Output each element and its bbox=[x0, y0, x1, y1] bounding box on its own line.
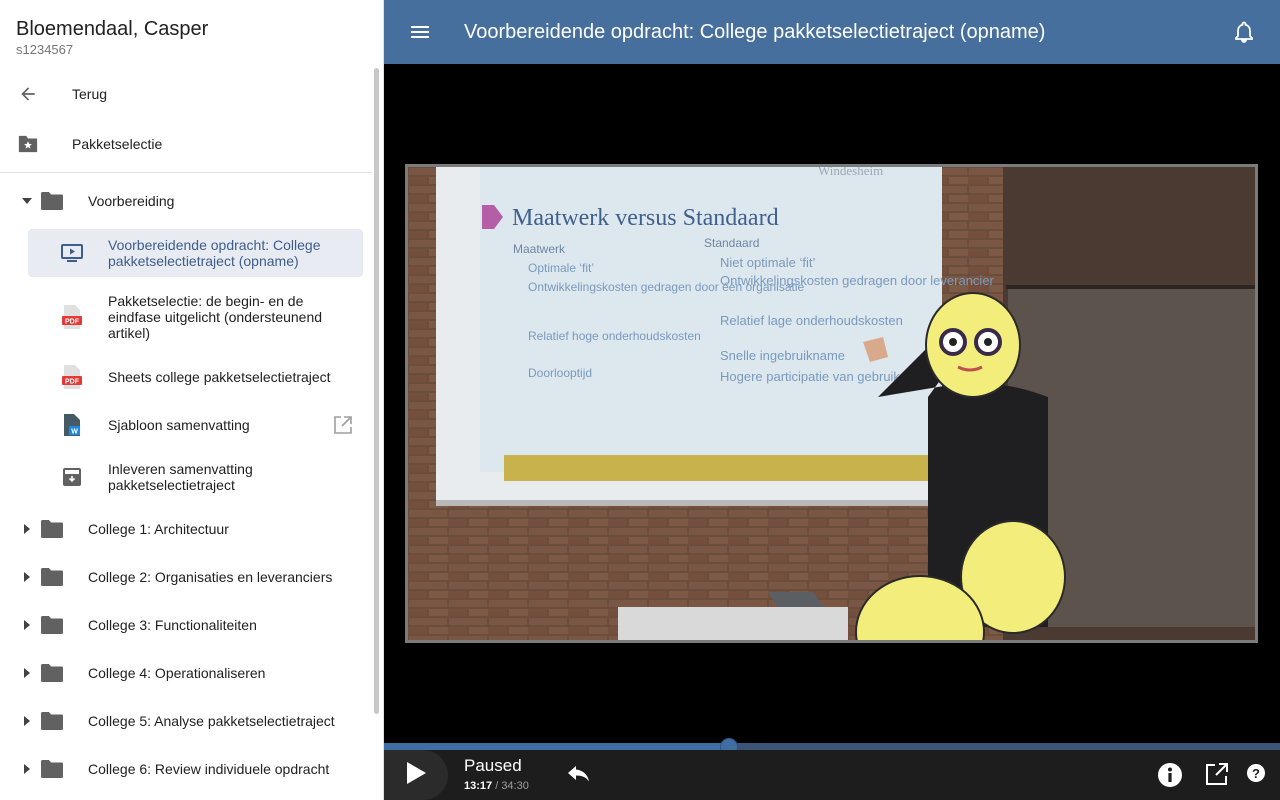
folder-icon bbox=[41, 568, 63, 586]
page-title: Voorbereidende opdracht: College pakkets… bbox=[464, 21, 1046, 43]
progress-fill bbox=[384, 743, 729, 750]
duration: / 34:30 bbox=[495, 780, 529, 792]
folder-voorbereiding[interactable]: Voorbereiding bbox=[0, 177, 372, 225]
folder-icon bbox=[41, 760, 63, 778]
assignment-icon bbox=[60, 465, 84, 489]
lecture-video-image: Maatwerk versus Standaard Windesheim Maa… bbox=[408, 167, 1255, 640]
word-icon: W bbox=[60, 413, 84, 437]
slide-left-heading: Maatwerk bbox=[513, 242, 566, 256]
folder-icon bbox=[41, 616, 63, 634]
info-icon[interactable] bbox=[1157, 762, 1183, 788]
caret-right-icon bbox=[20, 666, 34, 680]
svg-text:PDF: PDF bbox=[65, 318, 80, 325]
slide-brand: Windesheim bbox=[818, 167, 883, 178]
video-icon bbox=[60, 241, 84, 265]
slide-right-item: Ontwikkelingskosten gedragen door levera… bbox=[720, 273, 995, 288]
item-pdf-artikel[interactable]: PDF Pakketselectie: de begin- en de eind… bbox=[28, 285, 363, 349]
bell-icon[interactable] bbox=[1232, 20, 1256, 44]
package-link[interactable]: Pakketselectie bbox=[0, 120, 372, 168]
folder-college-1[interactable]: College 1: Architectuur bbox=[0, 505, 372, 553]
menu-icon[interactable] bbox=[408, 20, 432, 44]
pdf-icon: PDF bbox=[60, 305, 84, 329]
package-label: Pakketselectie bbox=[72, 136, 163, 152]
item-label: Pakketselectie: de begin- en de eindfase… bbox=[108, 293, 323, 341]
play-icon bbox=[405, 761, 427, 790]
play-button[interactable] bbox=[384, 750, 448, 800]
folder-college-4[interactable]: College 4: Operationaliseren bbox=[0, 649, 372, 697]
caret-right-icon bbox=[20, 522, 34, 536]
popout-icon[interactable] bbox=[1204, 761, 1230, 787]
sidebar: Bloemendaal, Casper s1234567 Terug Pakke… bbox=[0, 0, 384, 800]
folder-label: College 4: Operationaliseren bbox=[88, 665, 266, 681]
item-label: Inleveren samenvatting pakketselectietra… bbox=[108, 461, 253, 493]
caret-right-icon bbox=[20, 714, 34, 728]
folder-label: College 2: Organisaties en leveranciers bbox=[88, 569, 333, 585]
item-pdf-sheets[interactable]: PDF Sheets college pakketselectietraject bbox=[28, 353, 363, 401]
folder-icon bbox=[41, 712, 63, 730]
folder-icon bbox=[41, 520, 63, 538]
item-video-opname[interactable]: Voorbereidende opdracht: College pakkets… bbox=[28, 229, 363, 277]
svg-text:PDF: PDF bbox=[65, 378, 80, 385]
folder-college-2[interactable]: College 2: Organisaties en leveranciers bbox=[0, 553, 372, 601]
open-external-icon[interactable] bbox=[333, 415, 353, 435]
playback-status: Paused bbox=[464, 756, 522, 775]
app-header: Voorbereidende opdracht: College pakkets… bbox=[384, 0, 1280, 64]
video-frame[interactable]: Maatwerk versus Standaard Windesheim Maa… bbox=[405, 164, 1258, 643]
caret-right-icon bbox=[20, 762, 34, 776]
item-label: Sjabloon samenvatting bbox=[108, 417, 250, 433]
caret-right-icon bbox=[20, 570, 34, 584]
caret-right-icon bbox=[20, 618, 34, 632]
pdf-icon: PDF bbox=[60, 365, 84, 389]
slide-right-heading: Standaard bbox=[704, 236, 759, 250]
folder-college-6[interactable]: College 6: Review individuele opdracht bbox=[0, 745, 372, 793]
arrow-back-icon bbox=[16, 82, 40, 106]
folder-college-3[interactable]: College 3: Functionaliteiten bbox=[0, 601, 372, 649]
time-display: 13:17 / 34:30 bbox=[464, 780, 529, 792]
user-name: Bloemendaal, Casper bbox=[16, 18, 209, 40]
folder-label: College 3: Functionaliteiten bbox=[88, 617, 257, 633]
player-controls: Paused 13:17 / 34:30 ? bbox=[384, 750, 1280, 800]
current-time: 13:17 bbox=[464, 780, 493, 792]
item-assignment-inleveren[interactable]: Inleveren samenvatting pakketselectietra… bbox=[28, 453, 363, 501]
folder-label: Voorbereiding bbox=[88, 193, 175, 209]
slide-right-item: Snelle ingebruikname bbox=[720, 348, 845, 363]
svg-text:?: ? bbox=[1252, 766, 1260, 781]
slide-title: Maatwerk versus Standaard bbox=[512, 205, 779, 231]
back-label: Terug bbox=[72, 86, 108, 102]
slide-left-item: Doorlooptijd bbox=[528, 366, 592, 380]
video-player: Maatwerk versus Standaard Windesheim Maa… bbox=[384, 64, 1280, 800]
user-id: s1234567 bbox=[16, 42, 74, 57]
slide-left-item: Relatief hoge onderhoudskosten bbox=[528, 329, 701, 343]
user-info: Bloemendaal, Casper s1234567 bbox=[0, 0, 383, 66]
folder-label: College 6: Review individuele opdracht bbox=[88, 761, 330, 777]
item-word-sjabloon[interactable]: W Sjabloon samenvatting bbox=[28, 401, 363, 449]
help-icon[interactable]: ? bbox=[1246, 763, 1266, 783]
folder-icon bbox=[41, 664, 63, 682]
slide-right-item: Relatief lage onderhoudskosten bbox=[720, 313, 903, 328]
folder-college-5[interactable]: College 5: Analyse pakketselectietraject bbox=[0, 697, 372, 745]
slide-right-item: Hogere participatie van gebruikers bbox=[720, 369, 918, 384]
sidebar-scrollbar[interactable] bbox=[374, 68, 379, 714]
folder-label: College 1: Architectuur bbox=[88, 521, 229, 537]
slide-left-item: Optimale ‘fit’ bbox=[528, 261, 594, 275]
item-label: Sheets college pakketselectietraject bbox=[108, 369, 331, 385]
back-link[interactable]: Terug bbox=[0, 70, 372, 118]
slide-right-item: Niet optimale ‘fit’ bbox=[720, 255, 815, 270]
folder-label: College 5: Analyse pakketselectietraject bbox=[88, 713, 335, 729]
item-label: Voorbereidende opdracht: College pakkets… bbox=[108, 237, 321, 269]
caret-down-icon bbox=[20, 194, 34, 208]
folder-star-icon bbox=[16, 132, 40, 156]
replay-icon[interactable] bbox=[566, 763, 592, 789]
folder-icon bbox=[41, 192, 63, 210]
svg-text:W: W bbox=[71, 429, 78, 436]
divider bbox=[0, 172, 372, 173]
